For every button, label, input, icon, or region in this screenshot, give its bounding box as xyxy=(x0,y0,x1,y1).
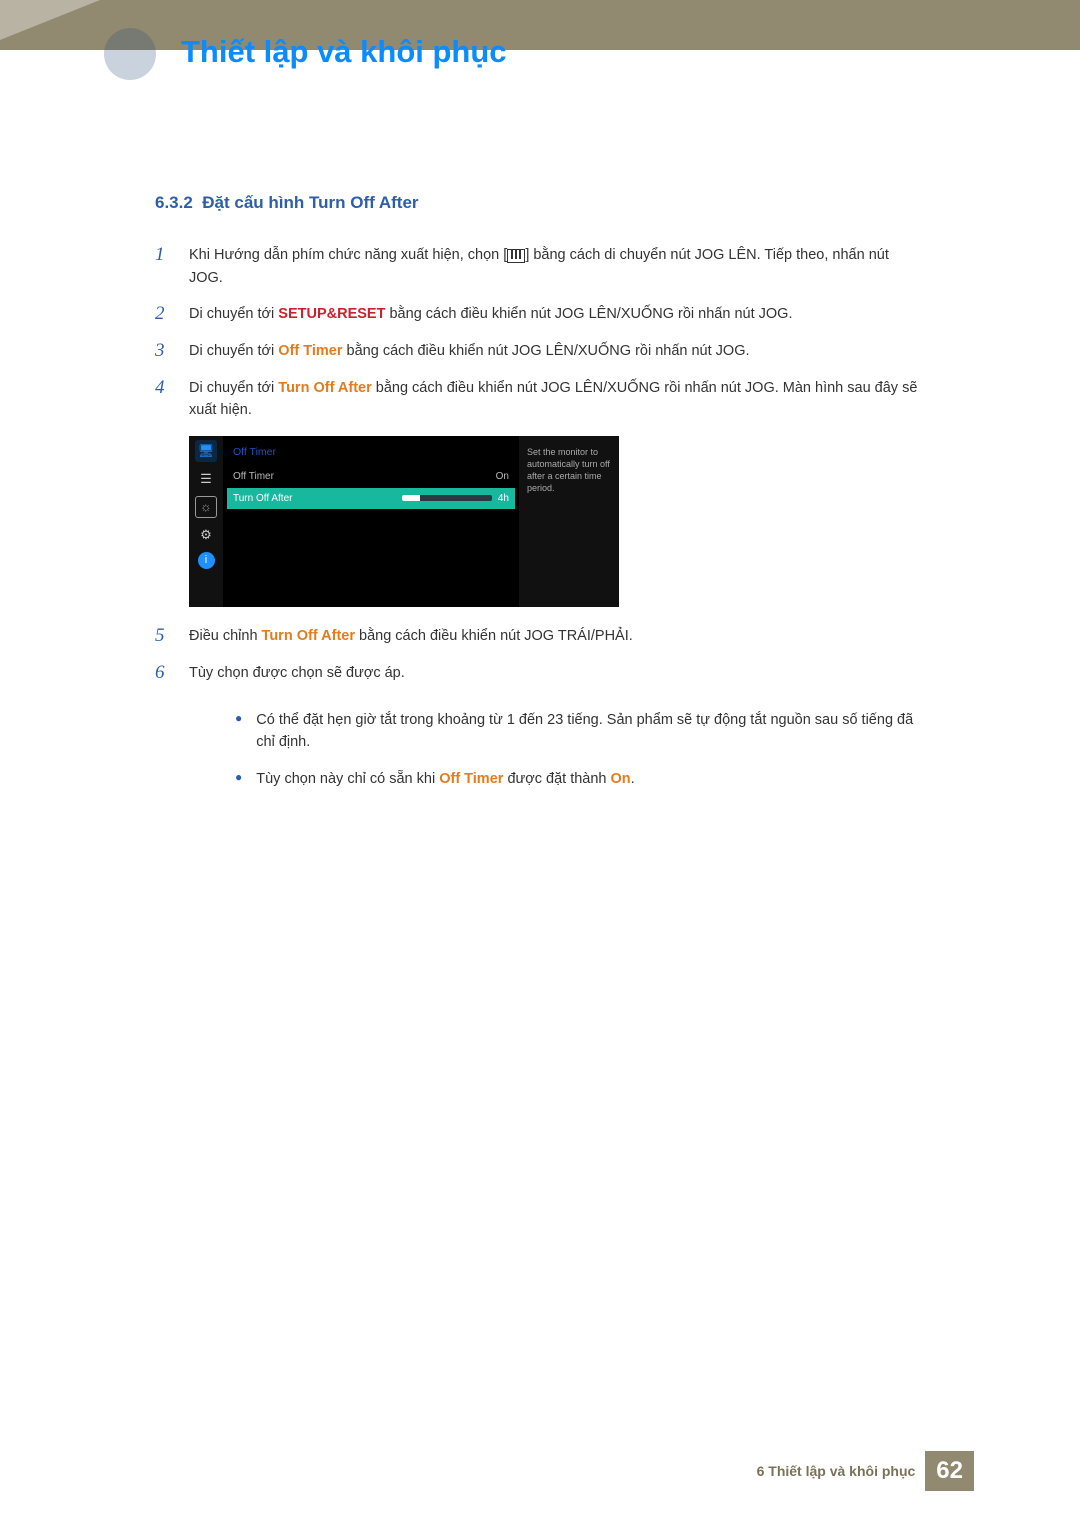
menu-icon xyxy=(507,249,525,263)
osd-slider-wrap: 4h xyxy=(402,491,509,507)
bold-setup-reset: SETUP&RESET xyxy=(278,306,385,322)
step-4: 4 Di chuyển tới Turn Off After bằng cách… xyxy=(155,377,925,422)
step-5: 5 Điều chỉnh Turn Off After bằng cách đi… xyxy=(155,625,925,648)
brightness-icon: ☼ xyxy=(195,496,217,518)
osd-panel: 🖥 ☰ ☼ ⚙ i Off Timer Off Timer On Turn Of… xyxy=(189,436,619,607)
bold-turn-off-after: Turn Off After xyxy=(278,380,371,396)
step-number: 4 xyxy=(155,377,189,422)
osd-row-off-timer: Off Timer On xyxy=(233,466,509,488)
monitor-icon: 🖥 xyxy=(195,440,217,462)
bold-off-timer: Off Timer xyxy=(278,343,342,359)
osd-label: Turn Off After xyxy=(233,491,292,507)
page-footer: 6 Thiết lập và khôi phục 62 xyxy=(0,1451,1080,1491)
step-1: 1 Khi Hướng dẫn phím chức năng xuất hiện… xyxy=(155,244,925,289)
chapter-badge xyxy=(104,28,156,80)
step-number: 2 xyxy=(155,303,189,326)
footer-chapter-label: 6 Thiết lập và khôi phục xyxy=(757,1463,916,1479)
step-text: Tùy chọn được chọn sẽ được áp. xyxy=(189,662,925,685)
step-text: Di chuyển tới SETUP&RESET bằng cách điều… xyxy=(189,303,925,326)
step-3: 3 Di chuyển tới Off Timer bằng cách điều… xyxy=(155,340,925,363)
decorative-triangle xyxy=(0,0,100,40)
bullet-icon: ● xyxy=(235,709,242,754)
osd-value: 4h xyxy=(498,493,509,504)
step-6: 6 Tùy chọn được chọn sẽ được áp. xyxy=(155,662,925,685)
note-item: ● Có thể đặt hẹn giờ tắt trong khoảng từ… xyxy=(235,709,925,754)
notes-block: ● Có thể đặt hẹn giờ tắt trong khoảng từ… xyxy=(235,709,925,790)
list-icon: ☰ xyxy=(195,468,217,490)
page-number: 62 xyxy=(925,1451,974,1491)
main-content: 6.3.2 Đặt cấu hình Turn Off After 1 Khi … xyxy=(155,190,925,804)
step-2: 2 Di chuyển tới SETUP&RESET bằng cách đi… xyxy=(155,303,925,326)
bold-turn-off-after: Turn Off After xyxy=(262,628,355,644)
osd-heading: Off Timer xyxy=(233,444,509,460)
note-text: Tùy chọn này chỉ có sẵn khi Off Timer đư… xyxy=(256,768,634,790)
osd-empty-area xyxy=(233,509,509,599)
osd-description: Set the monitor to automatically turn of… xyxy=(519,436,619,607)
step-number: 1 xyxy=(155,244,189,289)
info-icon: i xyxy=(198,552,215,569)
note-text: Có thể đặt hẹn giờ tắt trong khoảng từ 1… xyxy=(256,709,925,754)
step-text: Điều chỉnh Turn Off After bằng cách điều… xyxy=(189,625,925,648)
osd-value: On xyxy=(496,469,509,485)
osd-screenshot: 🖥 ☰ ☼ ⚙ i Off Timer Off Timer On Turn Of… xyxy=(189,436,925,607)
step-text: Di chuyển tới Off Timer bằng cách điều k… xyxy=(189,340,925,363)
step-number: 3 xyxy=(155,340,189,363)
slider-icon xyxy=(402,495,492,501)
page-title: Thiết lập và khôi phục xyxy=(181,34,507,70)
osd-row-turn-off-after: Turn Off After 4h xyxy=(227,488,515,510)
section-title-text: Đặt cấu hình Turn Off After xyxy=(202,193,418,212)
header-bar xyxy=(0,0,1080,50)
section-heading: 6.3.2 Đặt cấu hình Turn Off After xyxy=(155,190,925,216)
osd-main-panel: Off Timer Off Timer On Turn Off After 4h xyxy=(223,436,519,607)
gear-icon: ⚙ xyxy=(195,524,217,546)
bold-on: On xyxy=(611,771,631,787)
osd-label: Off Timer xyxy=(233,469,274,485)
step-text: Khi Hướng dẫn phím chức năng xuất hiện, … xyxy=(189,244,925,289)
bold-off-timer: Off Timer xyxy=(439,771,503,787)
section-number: 6.3.2 xyxy=(155,193,193,212)
step-number: 5 xyxy=(155,625,189,648)
bullet-icon: ● xyxy=(235,768,242,790)
step-text: Di chuyển tới Turn Off After bằng cách đ… xyxy=(189,377,925,422)
note-item: ● Tùy chọn này chỉ có sẵn khi Off Timer … xyxy=(235,768,925,790)
osd-tab-strip: 🖥 ☰ ☼ ⚙ i xyxy=(189,436,223,607)
step-number: 6 xyxy=(155,662,189,685)
